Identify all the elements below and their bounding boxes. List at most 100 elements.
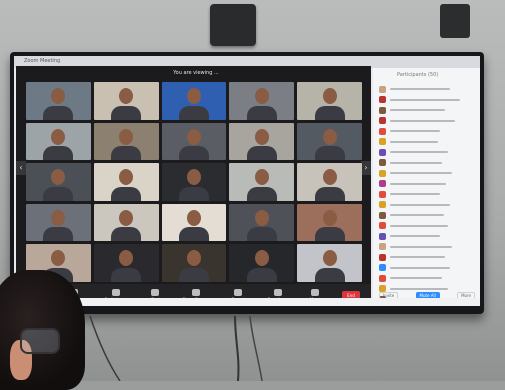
participant-body <box>111 146 142 161</box>
participant-video-tile[interactable] <box>229 244 295 282</box>
participant-video-tile[interactable] <box>229 122 295 161</box>
participant-face <box>254 128 269 145</box>
participant-face <box>51 88 66 104</box>
participant-list-item[interactable] <box>379 105 475 116</box>
participant-video-tile[interactable] <box>229 82 295 120</box>
participant-video-tile[interactable] <box>161 244 227 282</box>
foreground-person-glasses <box>20 328 60 354</box>
participant-list-item[interactable] <box>379 84 475 95</box>
avatar <box>379 117 386 125</box>
participant-list-item[interactable] <box>379 231 475 242</box>
avatar <box>379 232 386 240</box>
participant-list-item[interactable] <box>379 137 475 148</box>
participant-list-item[interactable] <box>379 210 475 221</box>
chevron-right-icon[interactable]: › <box>361 161 371 175</box>
participant-name-placeholder <box>390 172 452 175</box>
video-grid <box>26 82 362 282</box>
chevron-left-icon[interactable]: ‹ <box>16 161 26 175</box>
participant-video-tile[interactable] <box>297 82 362 120</box>
chat-icon <box>151 288 160 296</box>
reactions-icon <box>273 288 282 296</box>
participant-face <box>119 128 134 145</box>
participant-name-placeholder <box>390 119 455 122</box>
participant-video-tile[interactable] <box>93 163 159 201</box>
avatar <box>379 127 386 135</box>
participant-video-tile[interactable] <box>297 244 362 282</box>
participant-face <box>186 250 201 267</box>
participant-name-placeholder <box>390 140 438 143</box>
participant-list-item[interactable] <box>379 263 475 274</box>
participant-video-tile[interactable] <box>229 163 295 201</box>
participant-face <box>322 209 337 226</box>
participant-face <box>186 209 201 226</box>
participant-face <box>254 88 269 104</box>
participant-face <box>119 250 134 267</box>
participant-list-item[interactable] <box>379 242 475 253</box>
participant-face <box>322 88 337 104</box>
participant-face <box>254 169 269 186</box>
avatar <box>379 169 386 177</box>
participant-list-item[interactable] <box>379 126 475 137</box>
participant-video-tile[interactable] <box>297 203 362 242</box>
participant-list-item[interactable] <box>379 200 475 211</box>
participant-body <box>246 227 277 242</box>
participant-video-tile[interactable] <box>93 244 159 282</box>
avatar <box>379 222 386 230</box>
participant-video-tile[interactable] <box>161 163 227 201</box>
participant-name-placeholder <box>390 224 448 227</box>
participant-name-placeholder <box>390 214 444 217</box>
participant-name-placeholder <box>390 245 452 248</box>
participant-body <box>111 267 142 282</box>
participant-name-placeholder <box>390 277 442 280</box>
participant-body <box>314 146 345 161</box>
avatar <box>379 201 386 209</box>
avatar <box>379 211 386 219</box>
participants-icon <box>112 288 121 296</box>
participant-name-placeholder <box>390 193 440 196</box>
participant-list-item[interactable] <box>379 116 475 127</box>
participant-list-item[interactable] <box>379 95 475 106</box>
participant-video-tile[interactable] <box>297 122 362 161</box>
participant-video-tile[interactable] <box>26 82 91 120</box>
participant-video-tile[interactable] <box>93 82 159 120</box>
avatar <box>379 85 386 93</box>
participant-face <box>51 250 66 267</box>
participant-video-tile[interactable] <box>26 122 91 161</box>
participant-video-tile[interactable] <box>161 82 227 120</box>
participant-video-tile[interactable] <box>229 203 295 242</box>
participant-face <box>322 250 337 267</box>
participant-face <box>51 209 66 226</box>
participant-list-item[interactable] <box>379 179 475 190</box>
os-taskbar <box>14 298 480 306</box>
participant-body <box>314 267 345 282</box>
participant-video-tile[interactable] <box>297 163 362 201</box>
participant-face <box>186 128 201 145</box>
participant-name-placeholder <box>390 235 440 238</box>
participant-list-item[interactable] <box>379 252 475 263</box>
participant-face <box>186 169 201 186</box>
participant-face <box>322 169 337 186</box>
participant-video-tile[interactable] <box>161 203 227 242</box>
participant-name-placeholder <box>390 98 460 101</box>
participant-body <box>43 186 74 201</box>
participant-body <box>314 105 345 120</box>
participant-body <box>178 105 209 120</box>
avatar <box>379 180 386 188</box>
participant-face <box>254 209 269 226</box>
avatar <box>379 274 386 282</box>
participant-video-tile[interactable] <box>93 122 159 161</box>
wall-device <box>440 4 470 38</box>
participant-list-item[interactable] <box>379 273 475 284</box>
participant-video-tile[interactable] <box>93 203 159 242</box>
participant-list-item[interactable] <box>379 189 475 200</box>
participant-list-item[interactable] <box>379 158 475 169</box>
participant-video-tile[interactable] <box>26 163 91 201</box>
participant-list-item[interactable] <box>379 221 475 232</box>
participant-list-item[interactable] <box>379 147 475 158</box>
participant-video-tile[interactable] <box>26 203 91 242</box>
window-title: Zoom Meeting <box>24 58 61 64</box>
participant-name-placeholder <box>390 266 450 269</box>
participant-list-item[interactable] <box>379 168 475 179</box>
participant-video-tile[interactable] <box>161 122 227 161</box>
participant-name-placeholder <box>390 151 448 154</box>
